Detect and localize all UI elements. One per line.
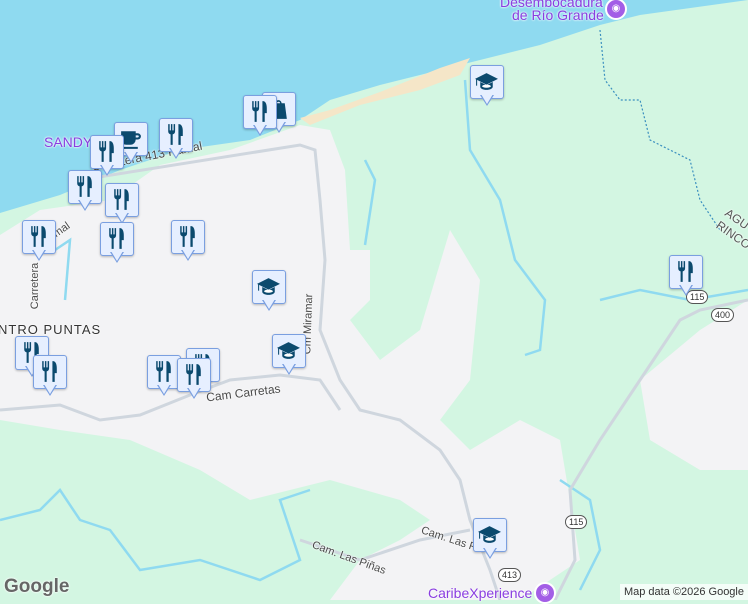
area-label-puntas: NTRO PUNTAS [0,322,102,337]
fork-knife-icon [109,187,134,212]
fork-knife-icon [104,226,129,251]
fork-knife-icon [94,139,119,164]
fork-knife-icon [26,224,51,249]
route-shield-400: 400 [711,308,735,322]
restaurant-marker[interactable] [33,355,67,399]
fork-knife-icon [247,99,272,124]
google-logo[interactable]: Google [4,576,69,598]
poi-label-caribexperience[interactable]: CaribeXperience [428,585,532,601]
poi-icon-caribexperience[interactable]: ◉ [534,582,556,604]
restaurant-marker[interactable] [100,222,134,266]
restaurant-marker[interactable] [243,95,277,139]
fork-knife-icon [72,174,97,199]
restaurant-marker[interactable] [177,358,211,402]
route-shield-413: 413 [498,568,522,582]
poi-label-rio-grande[interactable]: de Río Grande [512,7,604,23]
fork-knife-icon [37,359,62,384]
fork-knife-icon [175,224,200,249]
restaurant-marker[interactable] [159,118,193,162]
poi-label-sandy[interactable]: SANDY [44,134,92,150]
restaurant-marker[interactable] [669,255,703,299]
map-attribution[interactable]: Map data ©2026 Google [619,584,748,600]
restaurant-marker[interactable] [171,220,205,264]
route-shield-115: 115 [565,515,588,529]
road-label-carretera: Carretera [29,262,42,310]
graduation-cap-icon [474,69,499,94]
fork-knife-icon [163,122,188,147]
graduation-cap-icon [256,274,281,299]
graduation-cap-icon [276,338,301,363]
school-marker[interactable] [470,65,504,109]
restaurant-marker[interactable] [68,170,102,214]
map-canvas[interactable] [0,0,748,600]
school-marker[interactable] [252,270,286,314]
school-marker[interactable] [473,518,507,562]
restaurant-marker[interactable] [147,355,181,399]
restaurant-marker[interactable] [22,220,56,264]
school-marker[interactable] [272,334,306,378]
fork-knife-icon [673,259,698,284]
restaurant-marker[interactable] [105,183,139,227]
graduation-cap-icon [477,522,502,547]
fork-knife-icon [181,362,206,387]
fork-knife-icon [151,359,176,384]
